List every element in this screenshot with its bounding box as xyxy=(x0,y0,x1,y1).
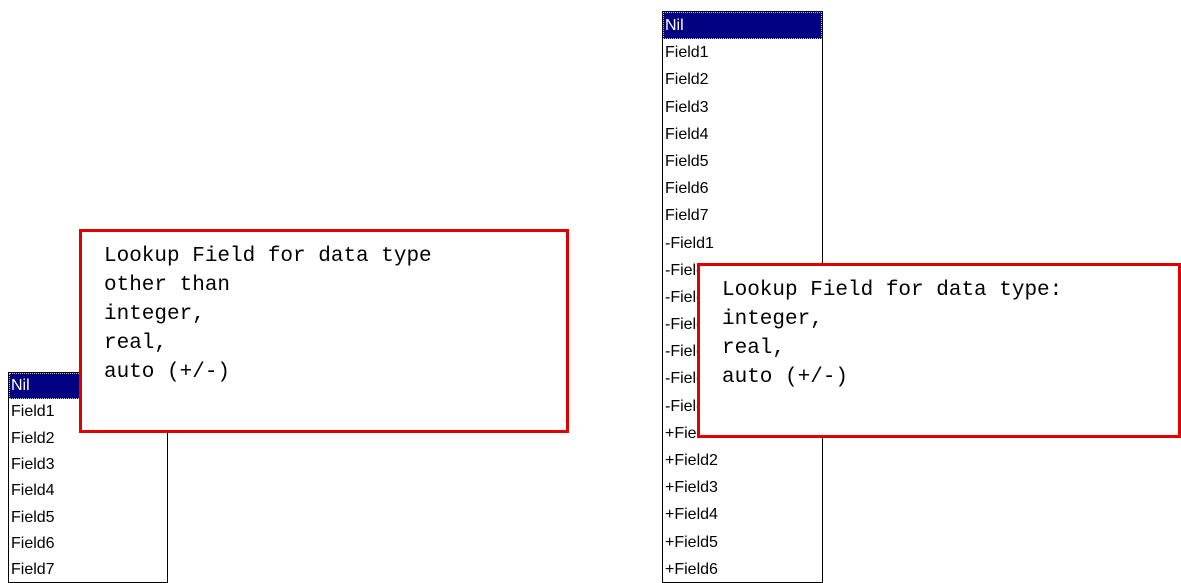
list-item[interactable]: +Field4 xyxy=(663,501,822,528)
list-item[interactable]: Field7 xyxy=(663,202,822,229)
list-item[interactable]: Field5 xyxy=(663,148,822,175)
list-item[interactable]: -Field1 xyxy=(663,230,822,257)
list-item[interactable]: Nil xyxy=(663,12,822,40)
callout-left: Lookup Field for data type other than in… xyxy=(79,229,569,433)
list-item[interactable]: Field6 xyxy=(9,531,167,557)
list-item[interactable]: +Field6 xyxy=(663,556,822,582)
list-item[interactable]: Field5 xyxy=(9,505,167,531)
list-item[interactable]: Field3 xyxy=(663,94,822,121)
list-item[interactable]: Field7 xyxy=(9,557,167,582)
list-item[interactable]: Field1 xyxy=(663,39,822,66)
list-item[interactable]: Field4 xyxy=(9,478,167,504)
list-item[interactable]: +Field2 xyxy=(663,447,822,474)
list-item[interactable]: Field2 xyxy=(663,66,822,93)
list-item[interactable]: Field4 xyxy=(663,121,822,148)
list-item[interactable]: +Field5 xyxy=(663,529,822,556)
callout-right: Lookup Field for data type: integer, rea… xyxy=(697,263,1181,438)
list-item[interactable]: +Field3 xyxy=(663,474,822,501)
list-item[interactable]: Field3 xyxy=(9,452,167,478)
list-item[interactable]: Field6 xyxy=(663,175,822,202)
